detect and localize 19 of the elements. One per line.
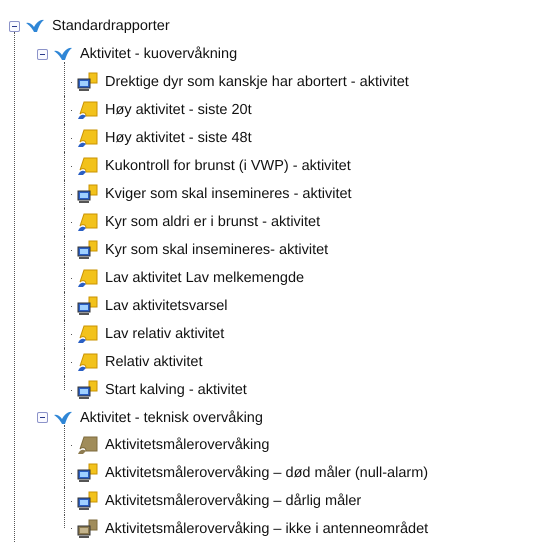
tree-item[interactable]: Kyr som aldri er i brunst - aktivitet: [103, 213, 322, 231]
tree-item[interactable]: Aktivitetsmålerovervåking – dårlig måler: [103, 492, 364, 510]
tree-item[interactable]: Lav aktivitet Lav melkemengde: [103, 269, 306, 287]
tree-item[interactable]: Aktivitetsmålerovervåking – ikke i antenneområdet: [103, 520, 430, 538]
tree-item[interactable]: Aktivitetsmålerovervåking – død måler (null-alarm): [103, 464, 430, 482]
tree-item[interactable]: Drektige dyr som kanskje har abortert - aktivitet: [103, 73, 411, 91]
tree-item[interactable]: Lav relativ aktivitet: [103, 325, 226, 343]
tree-item[interactable]: Kukontroll for brunst (i VWP) - aktivitet: [103, 157, 353, 175]
tree-item[interactable]: Aktivitet - teknisk overvåking: [78, 408, 265, 426]
tree-item[interactable]: Aktivitetsmålerovervåking: [103, 436, 272, 454]
tree-item[interactable]: Aktivitet - kuovervåkning: [78, 45, 240, 63]
tree-item[interactable]: Lav aktivitetsvarsel: [103, 297, 230, 315]
tree-item[interactable]: Relativ aktivitet: [103, 353, 205, 371]
tree-item[interactable]: Kyr som skal insemineres- aktivitet: [103, 241, 330, 259]
tree-item[interactable]: Høy aktivitet - siste 20t: [103, 101, 254, 119]
tree-item[interactable]: Standardrapporter: [50, 17, 172, 35]
tree-item[interactable]: Kviger som skal insemineres - aktivitet: [103, 185, 354, 203]
tree-item[interactable]: Start kalving - aktivitet: [103, 381, 249, 399]
tree-item[interactable]: Høy aktivitet - siste 48t: [103, 129, 254, 147]
